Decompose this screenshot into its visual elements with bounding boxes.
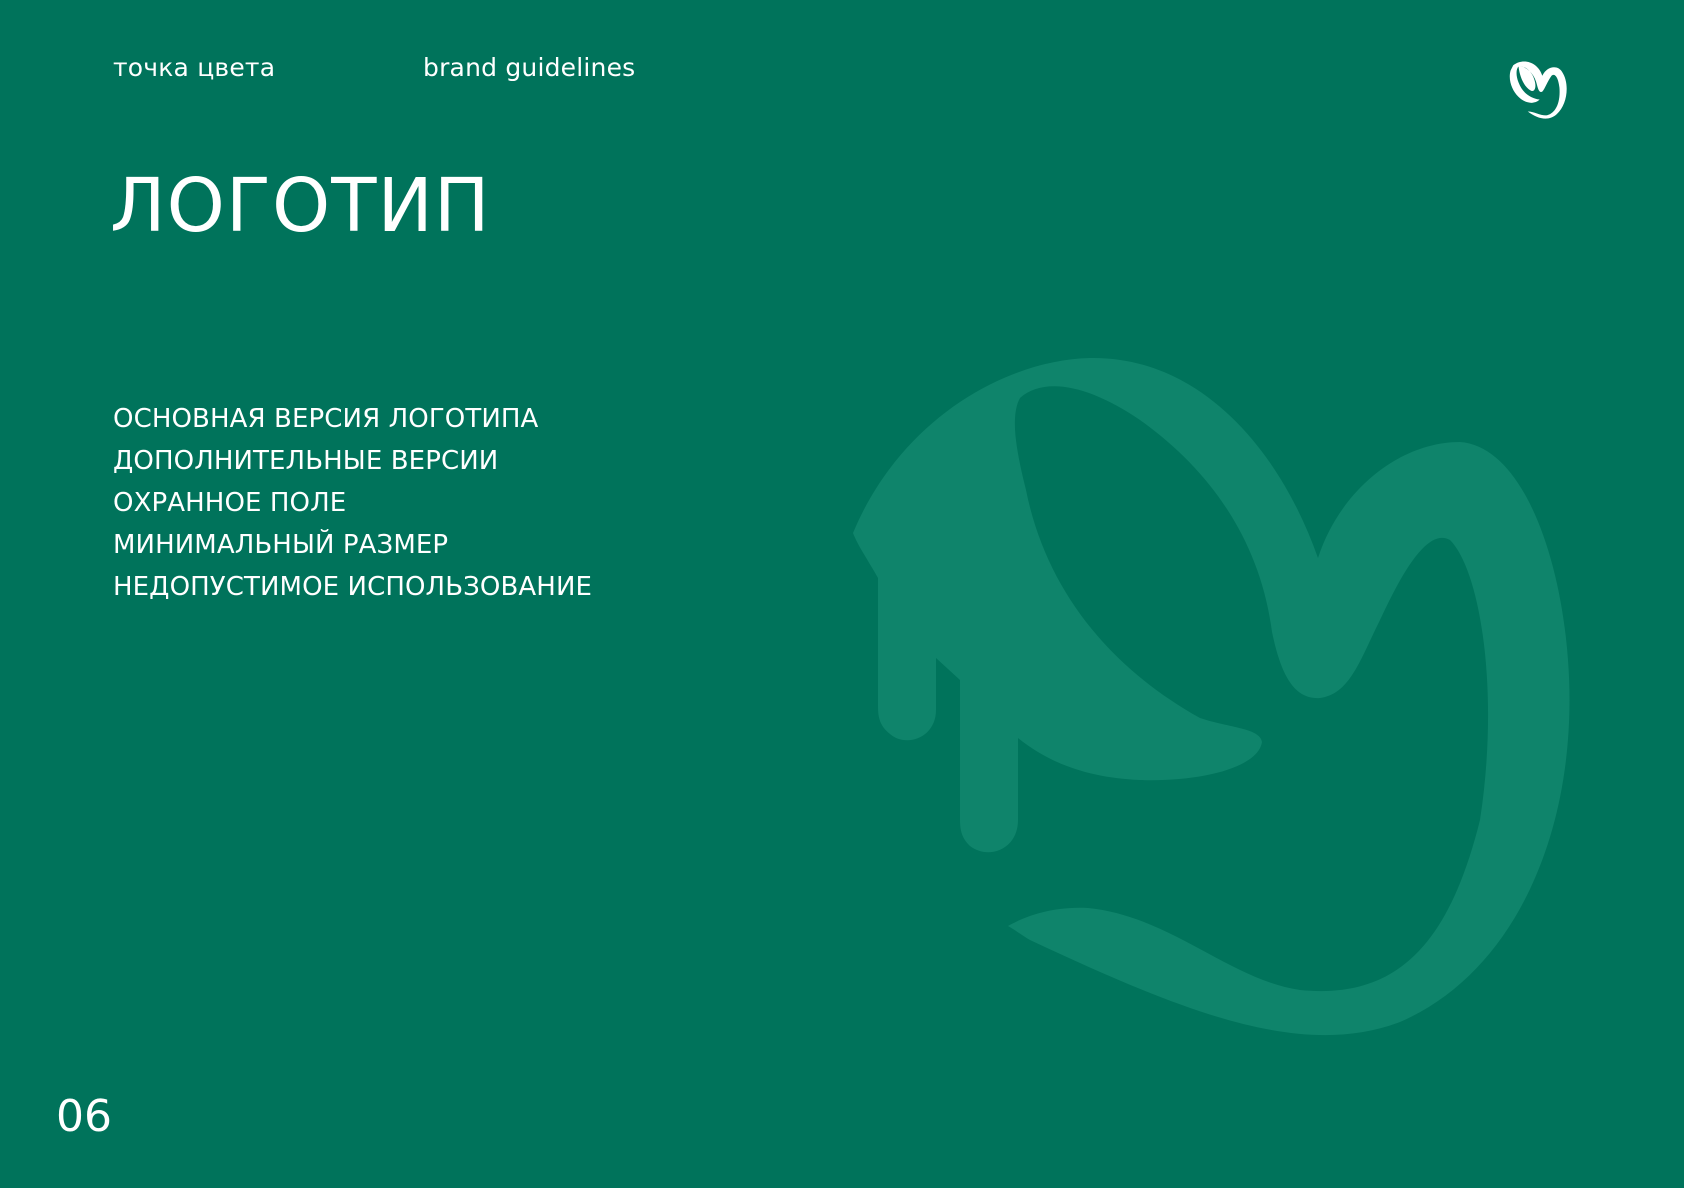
brand-mark-icon <box>1509 61 1567 119</box>
header-brand-name: точка цвета <box>113 53 276 82</box>
page-number: 06 <box>56 1091 112 1142</box>
contents-item: НЕДОПУСТИМОЕ ИСПОЛЬЗОВАНИЕ <box>113 572 593 602</box>
contents-item: МИНИМАЛЬНЫЙ РАЗМЕР <box>113 530 449 560</box>
page-title: ЛОГОТИП <box>110 163 491 249</box>
contents-item: ОХРАННОЕ ПОЛЕ <box>113 488 347 518</box>
header-subtitle: brand guidelines <box>423 53 636 82</box>
brand-guidelines-page: точка цвета brand guidelines ЛОГОТИП ОСН… <box>0 0 1684 1191</box>
contents-list: ОСНОВНАЯ ВЕРСИЯ ЛОГОТИПА ДОПОЛНИТЕЛЬНЫЕ … <box>113 398 592 608</box>
logo-watermark-icon <box>853 357 1570 1036</box>
contents-item: ДОПОЛНИТЕЛЬНЫЕ ВЕРСИИ <box>113 446 499 476</box>
contents-item: ОСНОВНАЯ ВЕРСИЯ ЛОГОТИПА <box>113 404 539 434</box>
watermark-drip-shape <box>853 357 1570 1036</box>
